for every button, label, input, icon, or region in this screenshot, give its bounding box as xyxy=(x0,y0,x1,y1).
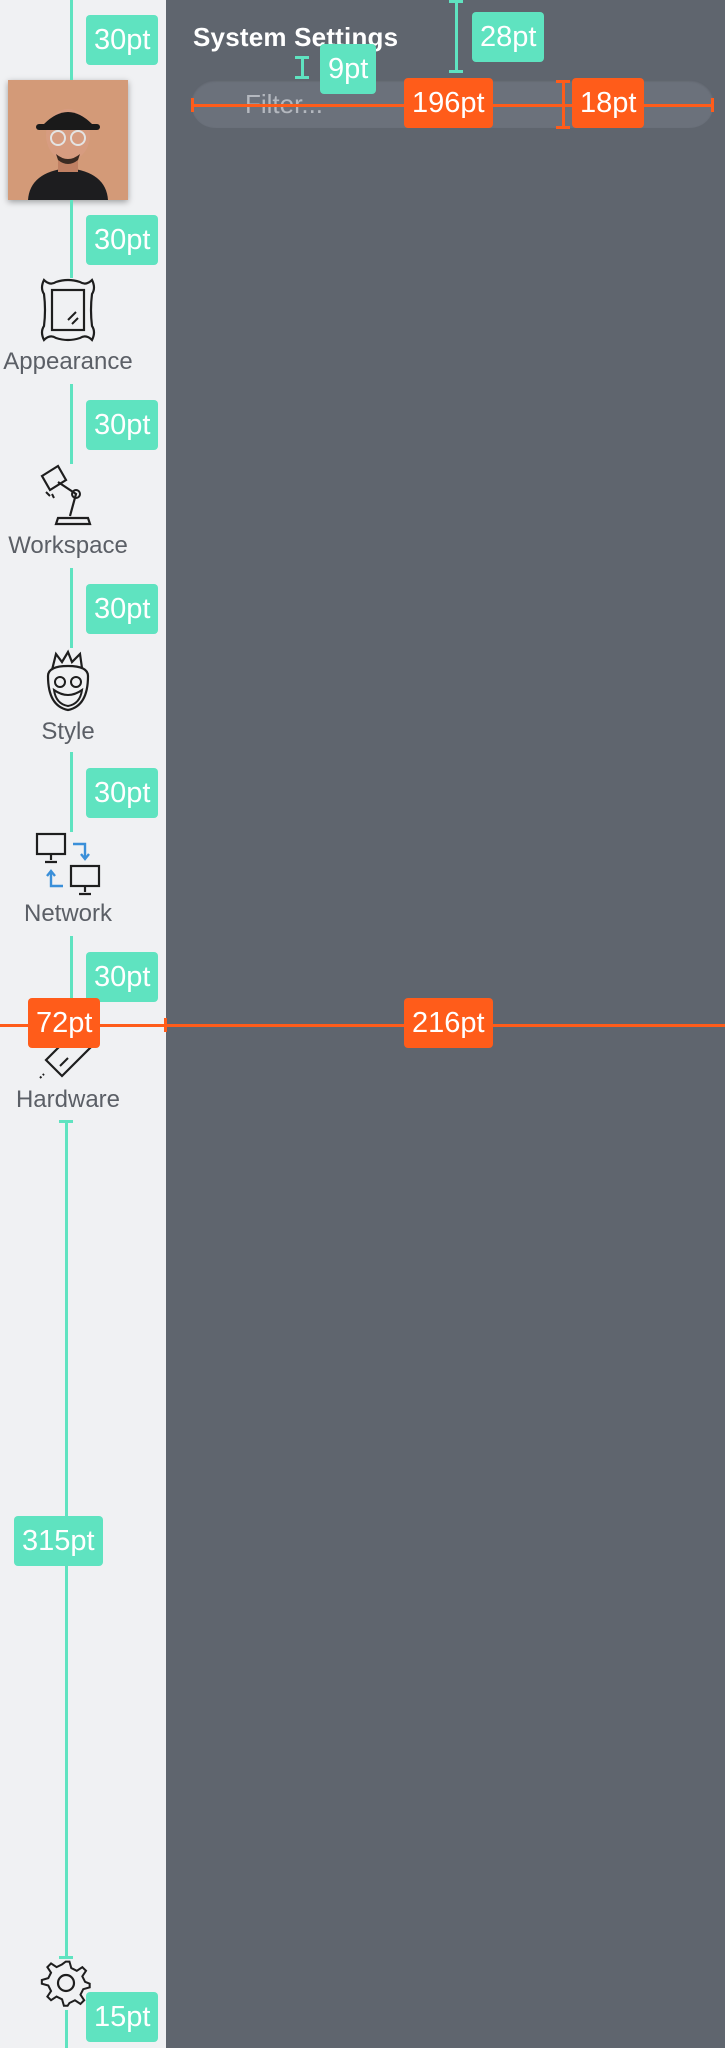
picture-frame-icon xyxy=(40,278,96,342)
width-label: 196pt xyxy=(404,78,493,128)
network-computers-icon xyxy=(35,832,101,896)
guide-line xyxy=(65,2010,68,2048)
guide-cap xyxy=(449,70,463,73)
spacing-label: 9pt xyxy=(320,44,377,94)
sidebar-item-label: Hardware xyxy=(15,1086,121,1113)
spacing-label: 315pt xyxy=(14,1516,103,1566)
guide-cap xyxy=(164,1018,167,1032)
guide-line xyxy=(301,56,304,78)
spacing-label: 30pt xyxy=(86,215,159,265)
spacing-label: 28pt xyxy=(472,12,545,62)
guide-line xyxy=(70,0,73,80)
sidebar-item-label: Appearance xyxy=(3,348,133,375)
width-label: 216pt xyxy=(404,998,493,1048)
height-label: 18pt xyxy=(572,78,645,128)
guide-cap xyxy=(711,98,714,112)
spacing-label: 30pt xyxy=(86,400,159,450)
guide-line xyxy=(455,0,458,72)
width-label: 72pt xyxy=(28,998,101,1048)
spacing-label: 30pt xyxy=(86,584,159,634)
sidebar-item-label: Style xyxy=(41,718,95,745)
guide-line xyxy=(70,200,73,278)
guide-cap xyxy=(191,98,194,112)
avatar-photo xyxy=(8,80,128,200)
spacing-label: 30pt xyxy=(86,952,159,1002)
sidebar-item-label: Network xyxy=(23,900,113,927)
guide-line xyxy=(70,384,73,464)
height-guide-line xyxy=(562,80,565,128)
sidebar-item-style[interactable]: Style xyxy=(0,648,136,746)
sidebar-item-label: Workspace xyxy=(8,532,128,559)
user-avatar[interactable] xyxy=(8,80,128,200)
spacing-label: 30pt xyxy=(86,15,159,65)
spacing-label: 30pt xyxy=(86,768,159,818)
bearded-face-icon xyxy=(46,649,90,712)
guide-cap xyxy=(295,76,309,79)
guide-line xyxy=(70,752,73,832)
gear-icon[interactable] xyxy=(40,1957,92,2009)
width-guide-line xyxy=(0,1024,725,1027)
sidebar-item-appearance[interactable]: Appearance xyxy=(0,276,136,376)
guide-cap xyxy=(556,126,570,129)
sidebar-item-network[interactable]: Network xyxy=(0,832,136,928)
guide-line xyxy=(70,568,73,648)
sidebar-item-workspace[interactable]: Workspace xyxy=(0,462,136,560)
guide-cap xyxy=(59,1956,73,1959)
spacing-label: 15pt xyxy=(86,1992,159,2042)
desk-lamp-icon xyxy=(40,464,92,526)
